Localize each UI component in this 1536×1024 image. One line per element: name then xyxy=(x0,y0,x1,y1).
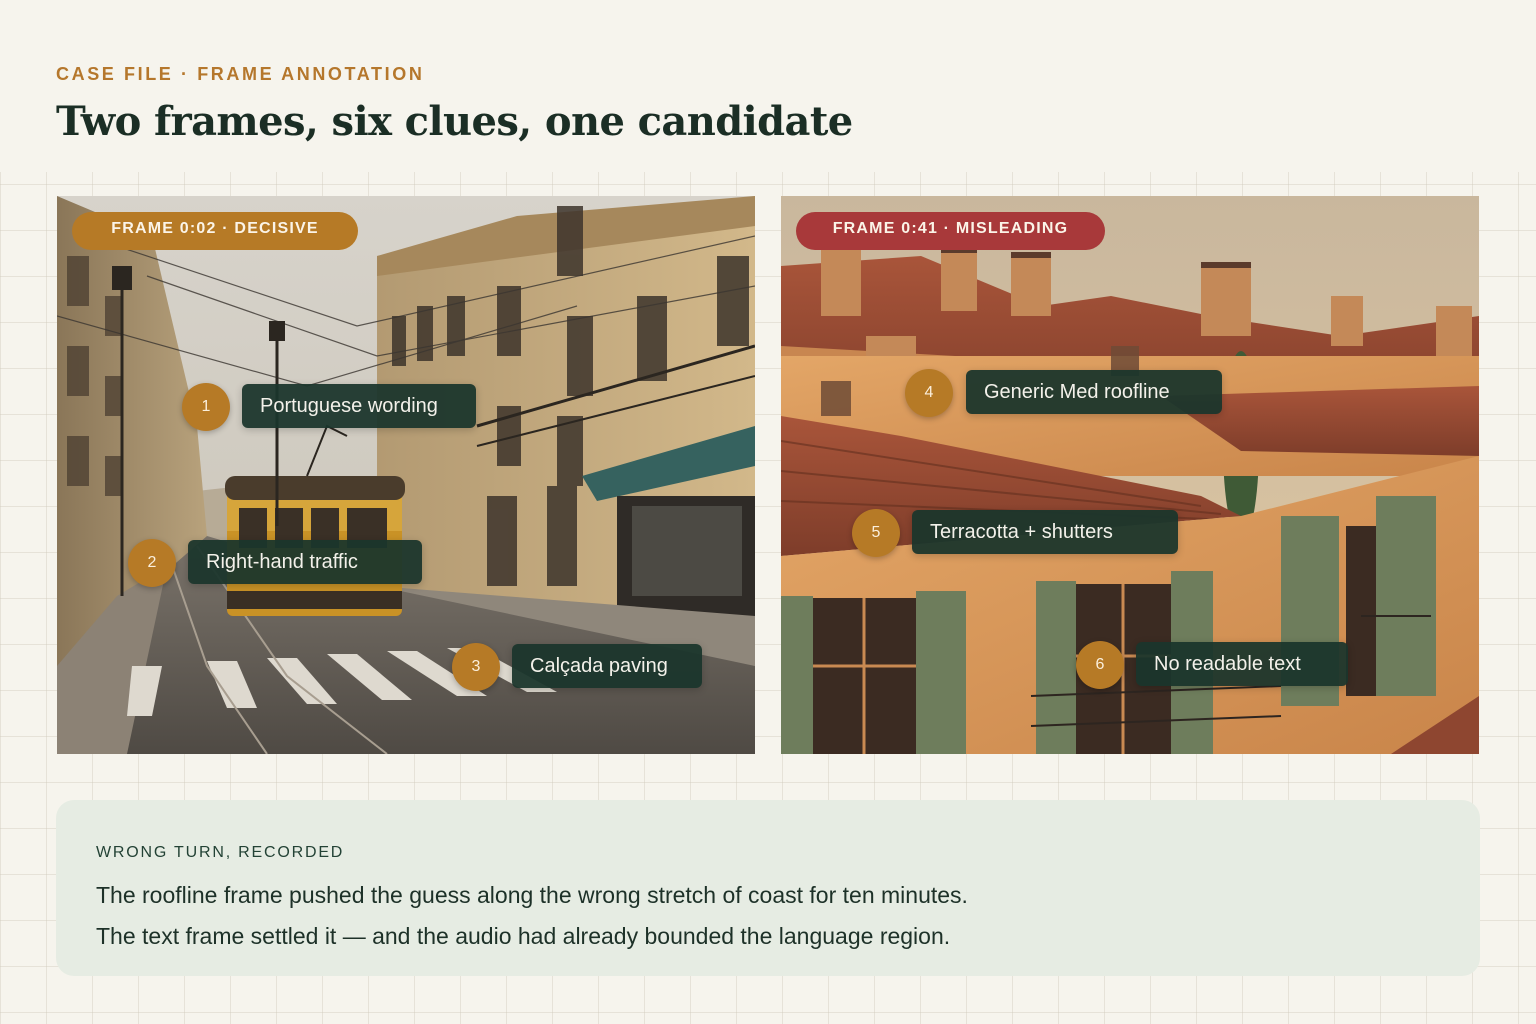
rooftops-photo xyxy=(781,196,1479,754)
clue-marker-4[interactable]: 4 xyxy=(905,369,953,417)
note-line-2: The text frame settled it — and the audi… xyxy=(96,923,951,949)
clue-marker-5[interactable]: 5 xyxy=(852,509,900,557)
frame-tag-misleading: FRAME 0:41 · MISLEADING xyxy=(796,212,1105,250)
clue-marker-3[interactable]: 3 xyxy=(452,643,500,691)
note-line-1: The roofline frame pushed the guess alon… xyxy=(96,882,968,908)
clue-label-no-readable-text[interactable]: No readable text xyxy=(1136,642,1348,686)
page-title: Two frames, six clues, one candidate xyxy=(56,98,853,145)
wrong-turn-note: WRONG TURN, RECORDED The roofline frame … xyxy=(56,800,1480,976)
clue-marker-1[interactable]: 1 xyxy=(182,383,230,431)
clue-label-portuguese-wording[interactable]: Portuguese wording xyxy=(242,384,476,428)
case-file-kicker: CASE FILE · FRAME ANNOTATION xyxy=(56,64,425,84)
header-band xyxy=(0,0,1536,172)
frame-decisive[interactable]: FRAME 0:02 · DECISIVE 1 Portuguese wordi… xyxy=(57,196,755,754)
note-kicker: WRONG TURN, RECORDED xyxy=(96,844,345,861)
clue-label-generic-med-roofline[interactable]: Generic Med roofline xyxy=(966,370,1222,414)
frame-misleading[interactable]: FRAME 0:41 · MISLEADING 4 Generic Med ro… xyxy=(781,196,1479,754)
clue-label-terracotta-shutters[interactable]: Terracotta + shutters xyxy=(912,510,1178,554)
clue-marker-2[interactable]: 2 xyxy=(128,539,176,587)
frame-tag-decisive: FRAME 0:02 · DECISIVE xyxy=(72,212,358,250)
clue-marker-6[interactable]: 6 xyxy=(1076,641,1124,689)
clue-label-calcada-paving[interactable]: Calçada paving xyxy=(512,644,702,688)
clue-label-right-hand-traffic[interactable]: Right-hand traffic xyxy=(188,540,422,584)
